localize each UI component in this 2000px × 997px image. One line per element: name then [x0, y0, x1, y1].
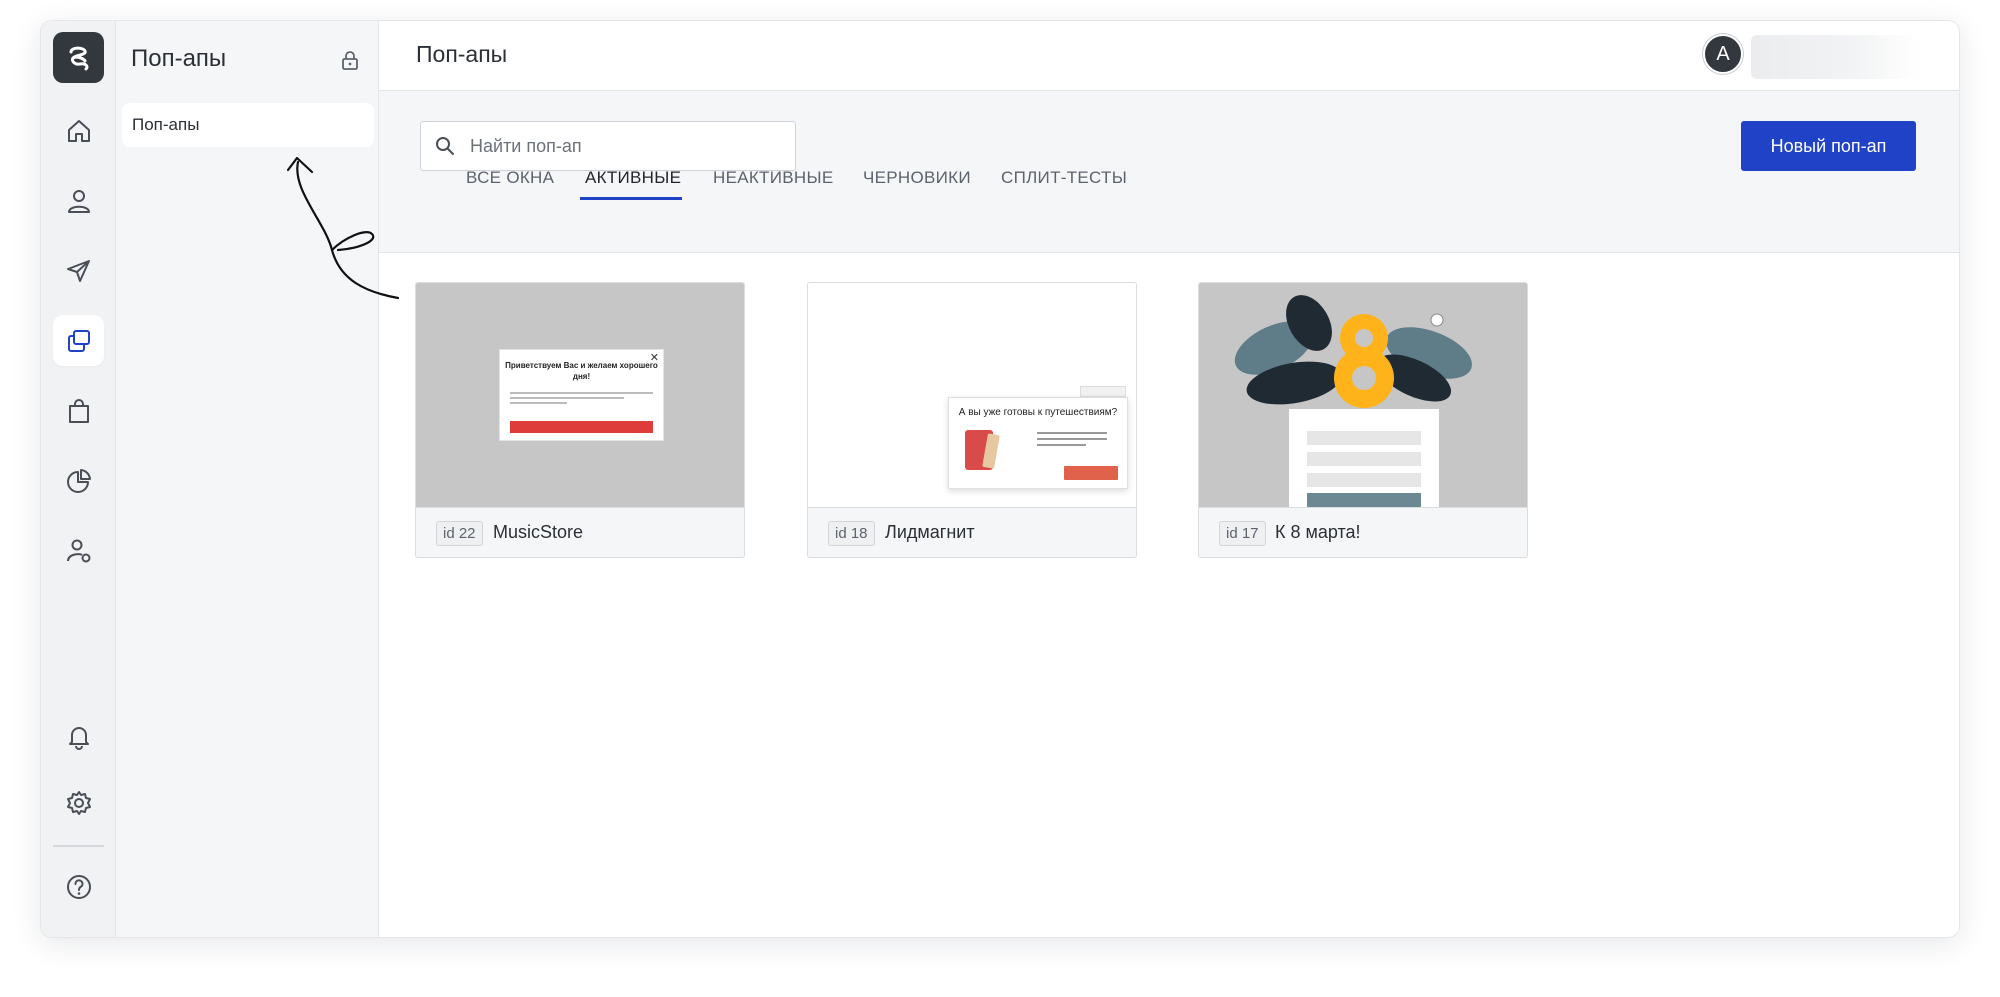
help-icon	[66, 874, 91, 899]
lock-icon[interactable]	[339, 49, 361, 76]
icon-rail	[41, 21, 116, 937]
preview-title: А вы уже готовы к путешествиям?	[958, 407, 1118, 418]
nav-notifications[interactable]	[53, 710, 104, 761]
popups-icon	[67, 329, 90, 352]
tab-inactive[interactable]: НЕАКТИВНЫЕ	[713, 168, 833, 188]
nav-help[interactable]	[53, 861, 104, 912]
annotation-arrow-icon	[286, 156, 400, 300]
card-title: Лидмагнит	[885, 522, 975, 542]
preview-title: Приветствуем Вас и желаем хорошего дня!	[505, 361, 658, 381]
preview-button	[1064, 466, 1118, 480]
bell-icon	[68, 726, 89, 750]
march-8-illustration	[1234, 295, 1472, 507]
user-icon	[67, 189, 90, 213]
logo[interactable]	[53, 32, 104, 83]
popup-card[interactable]: id 17 К 8 марта!	[1198, 282, 1528, 558]
tab-active[interactable]: АКТИВНЫЕ	[585, 168, 681, 188]
tab-all[interactable]: ВСЕ ОКНА	[466, 168, 554, 188]
rail-divider	[53, 845, 104, 847]
card-footer: id 17 К 8 марта!	[1199, 507, 1527, 557]
subnav-title: Поп-апы	[131, 45, 227, 72]
nav-campaigns[interactable]	[53, 245, 104, 296]
home-icon	[67, 119, 90, 142]
preview-tag	[1080, 386, 1126, 397]
tab-drafts[interactable]: ЧЕРНОВИКИ	[863, 168, 971, 188]
topbar: Поп-апы A	[379, 21, 1959, 91]
card-id-badge: id 18	[828, 521, 875, 546]
nav-settings[interactable]	[53, 777, 104, 828]
active-tab-indicator	[580, 197, 682, 200]
search-input[interactable]	[470, 122, 780, 170]
popup-card[interactable]: А вы уже готовы к путешествиям? id 18 Ли…	[807, 282, 1137, 558]
nav-contacts[interactable]	[53, 175, 104, 226]
card-title: К 8 марта!	[1275, 522, 1361, 542]
card-id-badge: id 17	[1219, 521, 1266, 546]
nav-popups[interactable]	[53, 315, 104, 366]
gear-icon	[66, 790, 91, 815]
subnav-item-popups[interactable]: Поп-апы	[122, 103, 374, 147]
popup-preview: А вы уже готовы к путешествиям?	[808, 283, 1136, 507]
nav-analytics[interactable]	[53, 455, 104, 506]
preview-button	[510, 421, 653, 433]
popup-preview: ✕ Приветствуем Вас и желаем хорошего дня…	[416, 283, 744, 507]
preview-popup: ✕ Приветствуем Вас и желаем хорошего дня…	[499, 349, 664, 441]
nav-team[interactable]	[53, 525, 104, 576]
tab-split-tests[interactable]: СПЛИТ-ТЕСТЫ	[1001, 168, 1127, 188]
logo-mark-icon	[69, 46, 88, 70]
main-content: Поп-апы A Новый поп-ап ВСЕ ОКНА АКТИВНЫЕ…	[379, 21, 1959, 937]
send-icon	[66, 259, 90, 282]
pie-chart-icon	[66, 468, 91, 493]
shopping-bag-icon	[68, 398, 89, 423]
card-id-badge: id 22	[436, 521, 483, 546]
preview-text-lines	[510, 392, 653, 407]
user-settings-icon	[66, 539, 90, 562]
nav-shop[interactable]	[53, 385, 104, 436]
preview-popup: А вы уже готовы к путешествиям?	[948, 397, 1128, 489]
preview-text-lines	[1037, 432, 1107, 450]
user-name-redacted[interactable]	[1751, 35, 1921, 79]
avatar[interactable]: A	[1703, 34, 1743, 74]
card-title: MusicStore	[493, 522, 584, 542]
search-icon	[436, 137, 454, 155]
search-box	[420, 121, 796, 171]
popup-card[interactable]: ✕ Приветствуем Вас и желаем хорошего дня…	[415, 282, 745, 558]
nav-home[interactable]	[53, 105, 104, 156]
card-footer: id 22 MusicStore	[416, 507, 744, 557]
page-title: Поп-апы	[416, 41, 508, 67]
popup-preview	[1199, 283, 1527, 507]
new-popup-button[interactable]: Новый поп-ап	[1741, 121, 1916, 171]
card-footer: id 18 Лидмагнит	[808, 507, 1136, 557]
